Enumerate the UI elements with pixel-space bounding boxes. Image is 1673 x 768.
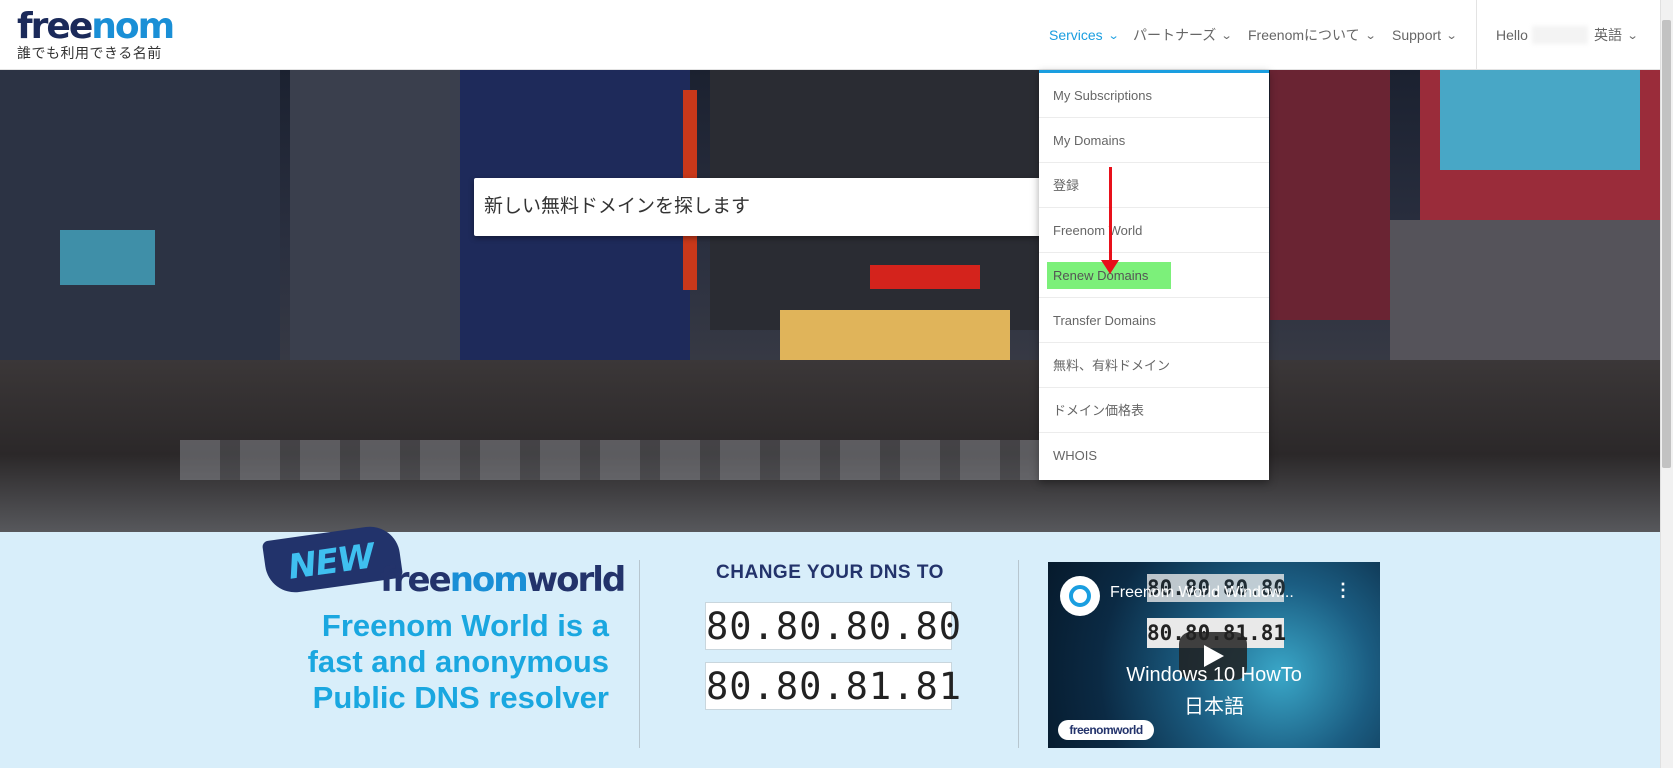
video-brand-logo: freenomworld — [1058, 720, 1154, 740]
chevron-down-icon: ⌄ — [1220, 29, 1233, 42]
site-header: freenom 誰でも利用できる名前 Services ⌄ パートナーズ ⌄ Fre… — [0, 0, 1673, 70]
logo-tagline: 誰でも利用できる名前 — [17, 45, 162, 61]
scrollbar-thumb[interactable] — [1662, 20, 1671, 468]
video-caption-line2: 日本語 — [1184, 696, 1244, 718]
logo-wordmark: freenom — [17, 6, 175, 47]
channel-avatar-icon[interactable] — [1060, 576, 1100, 616]
services-dropdown-menu: My Subscriptions My Domains 登録 Freenom W… — [1039, 70, 1269, 480]
promo-tagline: Freenom World is a fast and anonymous Pu… — [249, 608, 609, 716]
menu-item-label: Transfer Domains — [1053, 313, 1156, 328]
nav-services[interactable]: Services ⌄ — [1049, 27, 1120, 43]
video-caption-line1: Windows 10 HowTo — [1126, 664, 1302, 686]
menu-item-label: 登録 — [1053, 178, 1080, 193]
menu-item-my-domains[interactable]: My Domains — [1039, 118, 1269, 163]
chevron-down-icon: ⌄ — [1364, 29, 1377, 42]
menu-item-renew-domains[interactable]: Renew Domains — [1039, 253, 1269, 298]
menu-item-freenom-world[interactable]: Freenom World — [1039, 208, 1269, 253]
redacted-username — [1531, 26, 1588, 44]
building-right — [1270, 70, 1390, 320]
menu-item-transfer-domains[interactable]: Transfer Domains — [1039, 298, 1269, 343]
promo-band: NEW freenomworld Freenom World is a fast… — [0, 522, 1660, 768]
dns-secondary: 80.80.81.81 — [705, 662, 961, 710]
nav-partners-label: パートナーズ — [1133, 27, 1217, 43]
menu-item-free-paid-domains[interactable]: 無料、有料ドメイン — [1039, 343, 1269, 388]
user-greeting[interactable]: Hello — [1496, 26, 1588, 44]
tagline-line: fast and anonymous — [307, 644, 609, 679]
annotation-arrow-head — [1101, 260, 1119, 274]
abc-sign — [870, 265, 980, 289]
dns-primary: 80.80.80.80 — [705, 602, 961, 650]
nav-about[interactable]: Freenomについて ⌄ — [1248, 25, 1377, 45]
annotation-arrow-shaft — [1109, 167, 1112, 265]
video-title[interactable]: Freenom World Window... — [1110, 584, 1294, 602]
hello-label: Hello — [1496, 27, 1528, 43]
menu-item-label: WHOIS — [1053, 448, 1098, 463]
nav-support-label: Support — [1392, 27, 1442, 43]
chevron-down-icon: ⌄ — [1107, 29, 1120, 42]
tagline-line: Freenom World is a — [321, 608, 609, 643]
menu-item-my-subscriptions[interactable]: My Subscriptions — [1039, 73, 1269, 118]
freenomworld-logo: freenomworld — [380, 560, 626, 600]
more-options-icon[interactable]: ⋮ — [1334, 580, 1352, 601]
tagline-line: Public DNS resolver — [312, 680, 609, 715]
nav-partners[interactable]: パートナーズ ⌄ — [1133, 25, 1233, 45]
search-placeholder: 新しい無料ドメインを探します — [484, 196, 751, 217]
menu-item-label: My Domains — [1053, 133, 1126, 148]
nav-about-label: Freenomについて — [1248, 27, 1360, 43]
billboard-left — [60, 230, 155, 285]
menu-item-whois[interactable]: WHOIS — [1039, 433, 1269, 478]
nav-services-label: Services — [1049, 27, 1103, 43]
menu-item-label: ドメイン価格表 — [1053, 403, 1145, 418]
domain-search-input[interactable]: 新しい無料ドメインを探します — [474, 178, 1044, 236]
menu-item-register[interactable]: 登録 — [1039, 163, 1269, 208]
nav-support[interactable]: Support ⌄ — [1392, 27, 1458, 43]
hero-street-photo: 新しい無料ドメインを探します — [0, 70, 1660, 532]
billboard-screen — [1440, 70, 1640, 170]
menu-item-label: 無料、有料ドメイン — [1053, 358, 1171, 373]
language-label: 英語 — [1594, 27, 1622, 43]
column-divider — [639, 560, 640, 748]
chevron-down-icon: ⌄ — [1626, 29, 1639, 42]
video-player[interactable]: 80.80.80.80 80.80.81.81 Freenom World Wi… — [1048, 562, 1380, 748]
column-divider — [1018, 560, 1019, 748]
chevron-down-icon: ⌄ — [1445, 29, 1458, 42]
freenom-logo[interactable]: freenom 誰でも利用できる名前 — [17, 6, 175, 63]
dns-title: CHANGE YOUR DNS TO — [716, 562, 944, 583]
menu-item-domain-pricing[interactable]: ドメイン価格表 — [1039, 388, 1269, 433]
building-mid-left — [290, 70, 460, 370]
street-crosswalk — [180, 440, 1080, 480]
language-selector[interactable]: 英語 ⌄ — [1594, 25, 1639, 45]
menu-item-label: Freenom World — [1053, 223, 1143, 238]
menu-item-label: My Subscriptions — [1053, 88, 1152, 103]
building-far-right — [1390, 220, 1660, 380]
nav-divider — [1476, 0, 1477, 70]
